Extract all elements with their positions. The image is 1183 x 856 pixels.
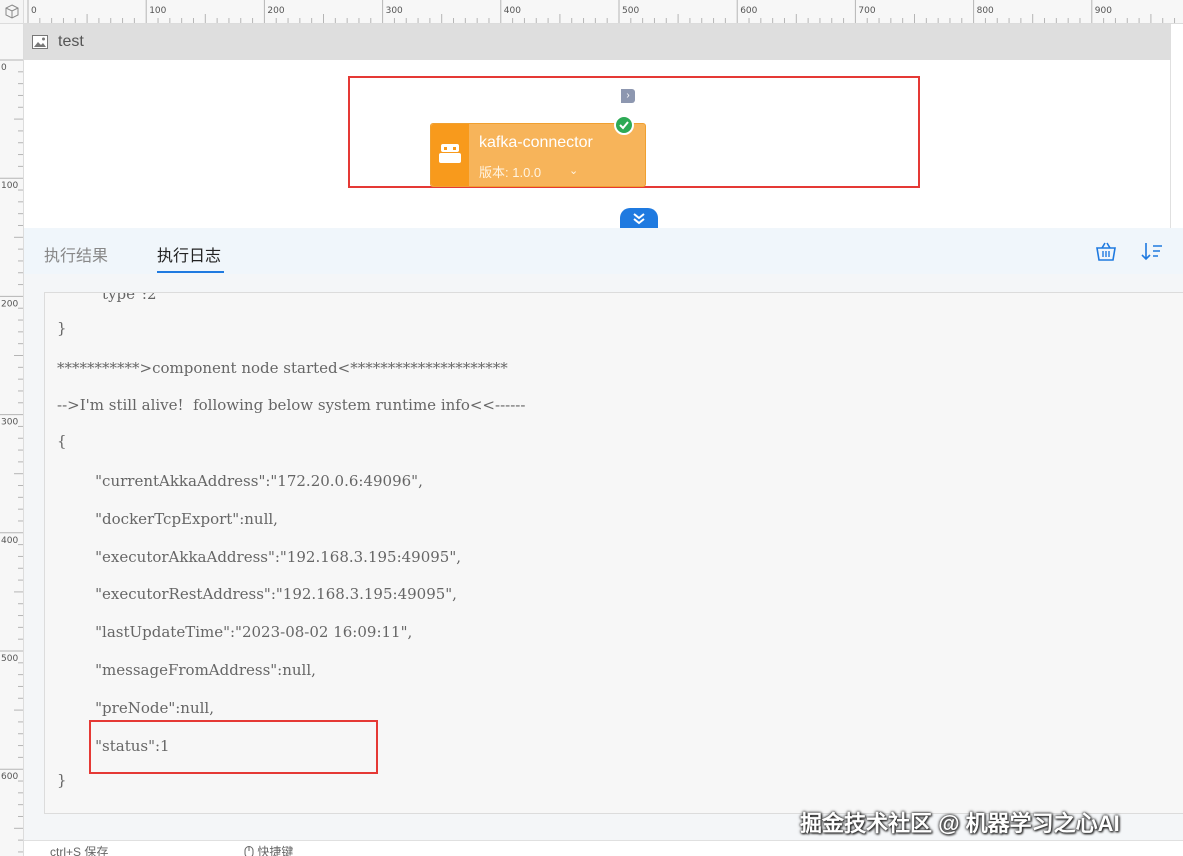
log-line: "messageFromAddress":null, xyxy=(57,661,316,679)
log-line: "executorRestAddress":"192.168.3.195:490… xyxy=(57,585,457,603)
sort-icon[interactable] xyxy=(1140,240,1164,262)
chevron-down-icon[interactable]: ⌄ xyxy=(569,164,578,177)
ruler-corner xyxy=(0,0,24,24)
cube-icon xyxy=(5,4,19,19)
log-line: "type":2 xyxy=(57,292,157,303)
footer-bar: ctrl+S 保存 快捷键 xyxy=(24,840,1183,856)
tab-execution-log[interactable]: 执行日志 xyxy=(157,242,221,266)
log-line: } xyxy=(57,771,67,789)
log-line: } xyxy=(57,319,67,337)
ruler-left: 0 100 200 300 400 500 600 xyxy=(0,24,24,856)
ruler-left-label: 300 xyxy=(1,418,18,428)
log-line: "dockerTcpExport":null, xyxy=(57,510,278,528)
panel-tabs: 执行结果 执行日志 xyxy=(24,228,1183,274)
ruler-top-label: 300 xyxy=(386,6,403,16)
log-line: "executorAkkaAddress":"192.168.3.195:490… xyxy=(57,548,462,566)
node-type-icon xyxy=(431,124,469,186)
ruler-top-label: 0 xyxy=(31,6,37,16)
log-line: ***********>component node started<*****… xyxy=(57,359,508,377)
log-line: { xyxy=(57,432,67,450)
shortcut-label: 快捷键 xyxy=(257,845,294,856)
shortcut-keys-link[interactable]: 快捷键 xyxy=(244,843,293,856)
mouse-icon xyxy=(244,846,254,856)
ruler-top: 0 100 200 300 400 500 600 700 800 900 xyxy=(24,0,1183,24)
ruler-top-label: 700 xyxy=(858,6,875,16)
collapse-panel-button[interactable] xyxy=(620,208,658,228)
ruler-top-label: 800 xyxy=(977,6,994,16)
output-port-chevron-icon[interactable]: › xyxy=(621,89,635,103)
active-tab-indicator xyxy=(157,271,224,273)
watermark-text: 掘金技术社区 @ 机器学习之心AI xyxy=(800,811,1120,836)
kafka-connector-node[interactable]: kafka-connector 版本: 1.0.0 ⌄ xyxy=(430,115,646,187)
log-line: "lastUpdateTime":"2023-08-02 16:09:11", xyxy=(57,623,413,641)
ruler-left-label: 400 xyxy=(1,536,18,546)
ruler-top-label: 600 xyxy=(740,6,757,16)
node-name: kafka-connector xyxy=(479,134,593,151)
save-shortcut-hint: ctrl+S 保存 xyxy=(50,845,109,856)
log-line: "preNode":null, xyxy=(57,699,214,717)
ruler-left-label: 500 xyxy=(1,654,18,664)
ruler-left-label: 200 xyxy=(1,299,18,309)
ruler-top-label: 400 xyxy=(504,6,521,16)
node-version[interactable]: 版本: 1.0.0 xyxy=(479,162,541,181)
ruler-left-label: 0 xyxy=(1,63,7,73)
check-circle-icon xyxy=(614,115,634,135)
canvas-title: test xyxy=(58,33,84,50)
status-highlight-box xyxy=(89,720,378,774)
ruler-top-label: 100 xyxy=(149,6,166,16)
app-root: 0 100 200 300 400 500 600 700 800 900 0 100 200 300 4… xyxy=(0,0,1183,856)
ruler-left-label: 600 xyxy=(1,772,18,782)
log-line: "currentAkkaAddress":"172.20.0.6:49096", xyxy=(57,472,423,490)
double-chevron-down-icon xyxy=(633,213,645,225)
canvas-title-bar: test xyxy=(24,24,1171,60)
ruler-top-label: 200 xyxy=(267,6,284,16)
clear-basket-icon[interactable] xyxy=(1094,240,1118,262)
log-line: -->I'm still alive! following below syst… xyxy=(57,396,526,414)
image-icon xyxy=(32,35,48,49)
ruler-left-label: 100 xyxy=(1,181,18,191)
flow-canvas[interactable]: kafka-connector 版本: 1.0.0 ⌄ xyxy=(24,60,1171,228)
ruler-top-label: 500 xyxy=(622,6,639,16)
ruler-top-label: 900 xyxy=(1095,6,1112,16)
tab-execution-result[interactable]: 执行结果 xyxy=(44,242,108,266)
